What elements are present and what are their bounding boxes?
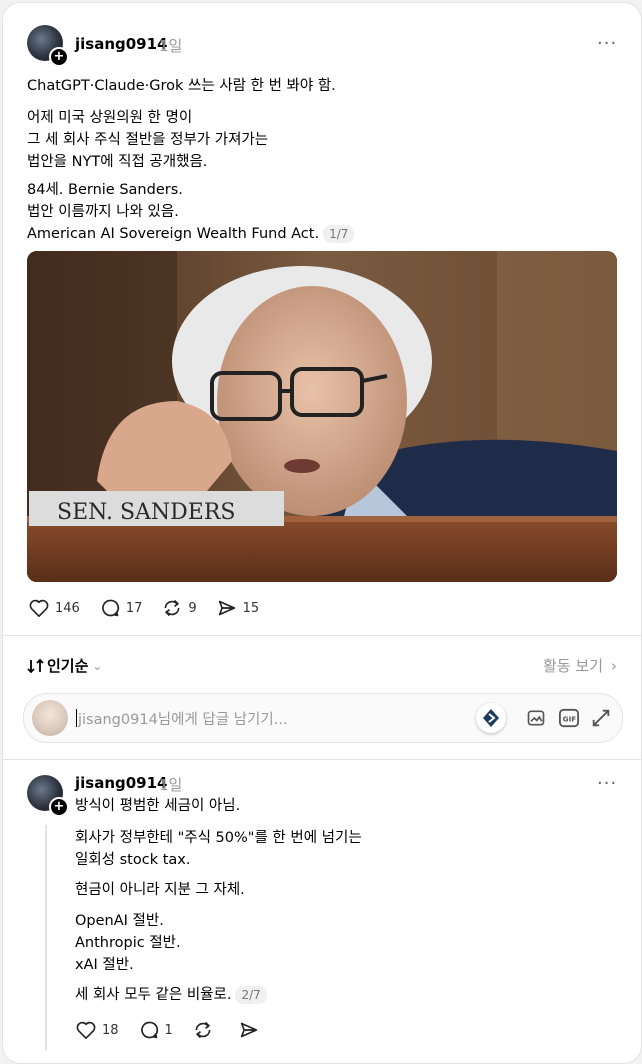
divider (3, 635, 641, 636)
divider (3, 759, 641, 760)
reply-paragraph: 방식이 평범한 세금이 아님. (75, 798, 241, 814)
post-paragraph: 어제 미국 상원의원 한 명이 그 세 회사 주식 절반을 정부가 가져가는 법… (27, 110, 269, 170)
thread-line (45, 825, 47, 1050)
share-button[interactable]: 15 (217, 599, 260, 617)
share-button[interactable] (239, 1021, 265, 1039)
reply-input[interactable]: jisang0914님에게 답글 남기기... (78, 708, 288, 729)
reply-paragraph: OpenAI 절반. Anthropic 절반. xAI 절반. (75, 913, 181, 973)
post-paragraph: 84세. Bernie Sanders. 법안 이름까지 나와 있음. Amer… (27, 179, 355, 245)
more-icon[interactable]: ··· (597, 773, 617, 794)
expand-icon[interactable] (590, 707, 612, 729)
reply-composer[interactable]: jisang0914님에게 답글 남기기... GIF (23, 693, 623, 743)
send-icon (240, 1022, 258, 1038)
sort-dropdown[interactable]: 인기순 ⌄ (27, 655, 102, 676)
more-icon[interactable]: ··· (597, 33, 617, 54)
ai-spark-icon (483, 709, 499, 727)
sort-label: 인기순 (47, 657, 89, 675)
placard-text: SEN. SANDERS (57, 500, 236, 525)
page-badge: 2/7 (235, 986, 267, 1004)
thread-card: + jisang0914 1일 ··· ChatGPT·Claude·Grok … (2, 2, 642, 1064)
post-photo[interactable]: SEN. SANDERS (27, 251, 617, 582)
chevron-right-icon: › (611, 657, 617, 675)
send-icon (218, 600, 235, 616)
reply-paragraph: 회사가 정부한테 "주식 50%"를 한 번에 넘기는 일회성 stock ta… (75, 830, 362, 868)
bernie-sanders-photo: SEN. SANDERS (27, 251, 617, 582)
heart-icon (29, 599, 49, 617)
svg-text:GIF: GIF (563, 715, 577, 724)
timestamp: 1일 (159, 37, 183, 55)
ai-assist-button[interactable] (476, 703, 506, 733)
chevron-down-icon: ⌄ (92, 658, 103, 673)
current-user-avatar (32, 700, 68, 736)
comment-button[interactable]: 1 (139, 1020, 173, 1040)
reply-paragraph: 현금이 아니라 지분 그 자체. (75, 882, 245, 898)
like-count: 146 (55, 600, 80, 616)
timestamp: 1일 (159, 776, 183, 794)
comment-button[interactable]: 17 (100, 598, 143, 618)
username[interactable]: jisang0914 (75, 35, 168, 53)
sort-icon (27, 658, 44, 673)
username[interactable]: jisang0914 (75, 774, 168, 792)
repost-icon (164, 599, 180, 617)
gif-icon[interactable]: GIF (558, 708, 580, 728)
follow-plus-icon[interactable]: + (49, 797, 69, 817)
repost-button[interactable]: 9 (162, 598, 197, 618)
repost-icon (195, 1021, 211, 1039)
post-actions: 146 17 9 15 (29, 598, 279, 618)
image-icon[interactable] (526, 708, 546, 728)
reply-actions: 18 1 (76, 1020, 285, 1040)
like-button[interactable]: 146 (29, 599, 80, 617)
repost-button[interactable] (193, 1020, 219, 1040)
comment-icon (140, 1021, 158, 1039)
activity-link[interactable]: 활동 보기 › (543, 655, 617, 676)
reply-paragraph: 세 회사 모두 같은 비율로. 2/7 (75, 984, 267, 1006)
heart-icon (76, 1021, 96, 1039)
like-button[interactable]: 18 (76, 1021, 119, 1039)
follow-plus-icon[interactable]: + (49, 47, 69, 67)
text-cursor (76, 709, 77, 727)
share-count: 15 (242, 600, 260, 616)
like-count: 18 (102, 1022, 119, 1038)
activity-label: 활동 보기 (543, 657, 603, 675)
post-paragraph: ChatGPT·Claude·Grok 쓰는 사람 한 번 봐야 함. (27, 78, 336, 94)
comment-icon (101, 599, 119, 617)
comment-count: 17 (125, 600, 143, 616)
repost-count: 9 (188, 600, 197, 616)
comment-count: 1 (164, 1022, 173, 1038)
page-badge: 1/7 (323, 225, 355, 243)
